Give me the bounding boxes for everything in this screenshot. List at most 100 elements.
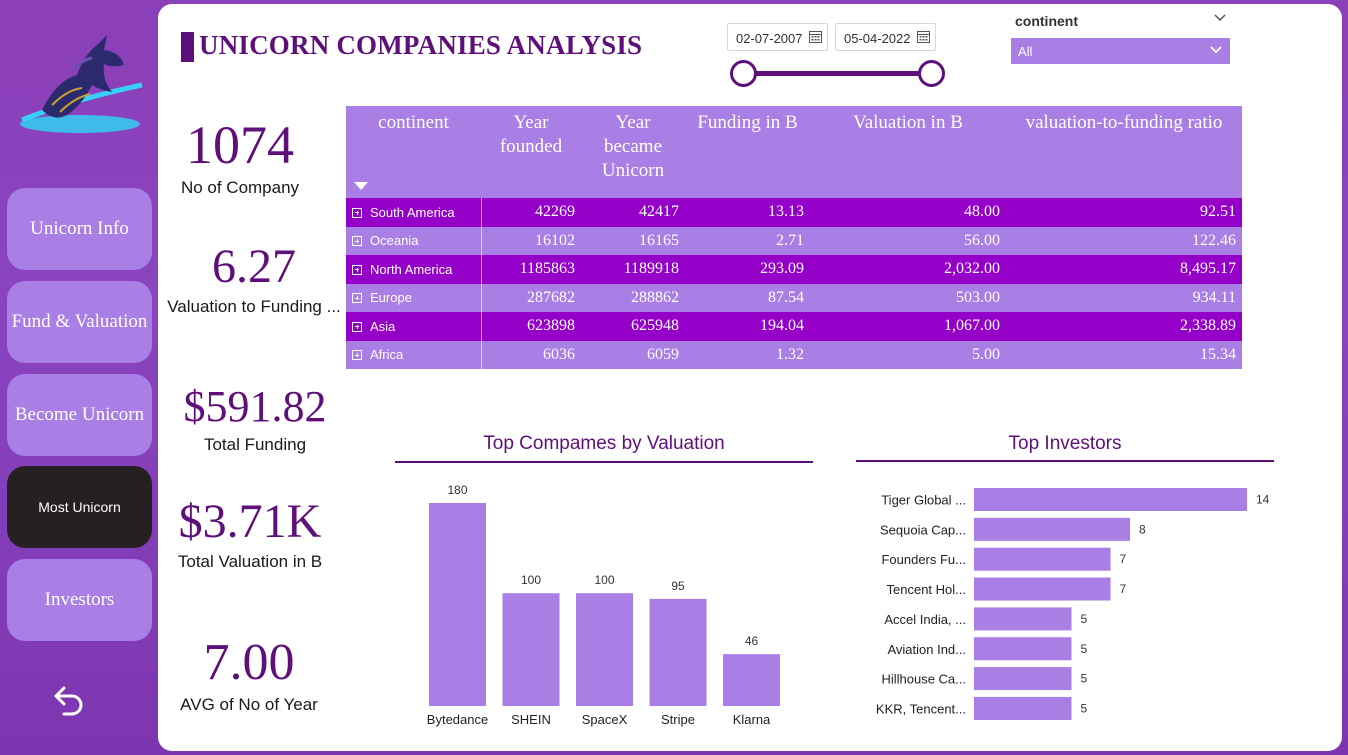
- investors-bar-chart: Tiger Global ... 14 Sequoia Cap... 8 Founder…: [876, 488, 1270, 720]
- expand-icon[interactable]: [352, 293, 362, 304]
- x-tick-label: SHEIN: [511, 712, 551, 727]
- x-tick-label: Klarna: [733, 712, 771, 727]
- column-header-continent[interactable]: continent: [346, 106, 481, 198]
- column-header-ratio[interactable]: valuation-to-funding ratio: [1006, 106, 1242, 198]
- nav-fund-valuation-button[interactable]: Fund & Valuation: [7, 281, 152, 363]
- kpi-value: $591.82: [183, 382, 327, 431]
- kpi-label: AVG of No of Year: [180, 695, 318, 714]
- bar-klarna[interactable]: [723, 654, 780, 706]
- x-tick-label: SpaceX: [582, 712, 628, 727]
- kpi-value: $3.71K: [178, 495, 322, 548]
- bar-stripe[interactable]: [649, 598, 707, 706]
- table-cell-continent[interactable]: Europe: [346, 283, 482, 312]
- bar-bytedance[interactable]: [429, 503, 486, 706]
- table-cell-continent[interactable]: Africa: [346, 340, 482, 369]
- y-tick-label: Aviation Ind...: [887, 642, 966, 657]
- investors-chart-title-rule: [856, 460, 1274, 462]
- nav-investors-button[interactable]: Investors: [7, 559, 152, 641]
- table-row: South America 42269 42417 13.13 48.00 92…: [346, 198, 1242, 227]
- table-row: Europe 287682 288862 87.54 503.00 934.11: [346, 283, 1242, 312]
- bar-data-label: 46: [745, 634, 759, 648]
- valuation-bar-chart: 180 Bytedance 100 SHEIN 100 SpaceX 95 Stripe 46 K…: [427, 483, 780, 727]
- bar-data-label: 100: [594, 573, 614, 587]
- date-slider-end-handle[interactable]: [918, 60, 945, 87]
- table-cell: 625948: [581, 312, 685, 341]
- expand-icon[interactable]: [352, 321, 362, 332]
- bar-data-label: 7: [1120, 582, 1127, 596]
- table-cell: 288862: [581, 283, 685, 312]
- table-cell-continent[interactable]: Asia: [346, 312, 482, 341]
- y-tick-label: KKR, Tencent...: [876, 701, 966, 716]
- page-title: UNICORN COMPANIES ANALYSIS: [199, 30, 643, 60]
- table-cell: 1189918: [581, 255, 685, 284]
- bar-data-label: 100: [521, 573, 541, 587]
- x-tick-label: Stripe: [661, 712, 695, 727]
- end-date-input[interactable]: 05-04-2022: [835, 23, 936, 51]
- table-cell: 48.00: [810, 198, 1006, 227]
- table-cell: 122.46: [1006, 226, 1242, 255]
- start-date-value: 02-07-2007: [736, 31, 803, 46]
- table-cell: 623898: [481, 312, 581, 341]
- table-cell: 15.34: [1006, 340, 1242, 369]
- column-header-year-became-unicorn[interactable]: Year became Unicorn: [581, 106, 685, 198]
- chevron-down-icon[interactable]: [1213, 13, 1227, 23]
- sidebar: Unicorn Info Fund & Valuation Become Uni…: [0, 0, 158, 755]
- nav-most-unicorn-button[interactable]: Most Unicorn: [7, 466, 152, 548]
- y-tick-label: Hillhouse Ca...: [881, 672, 966, 687]
- table-cell: 13.13: [685, 198, 810, 227]
- investor-bar[interactable]: [974, 696, 1072, 720]
- kpi-label: Valuation to Funding ...: [167, 297, 341, 316]
- bar-data-label: 5: [1081, 701, 1088, 715]
- back-arrow-icon[interactable]: [50, 684, 86, 720]
- expand-icon[interactable]: [352, 207, 362, 218]
- expand-icon[interactable]: [352, 264, 362, 275]
- date-slider-start-handle[interactable]: [730, 60, 757, 87]
- investor-bar[interactable]: [974, 577, 1111, 601]
- title-accent-bar: [181, 32, 194, 62]
- kpi-valuation-to-funding: 6.27 Valuation to Funding ...: [162, 243, 346, 317]
- table-cell-continent[interactable]: Oceania: [346, 226, 482, 255]
- investor-bar[interactable]: [974, 607, 1072, 631]
- column-header-year-founded[interactable]: Year founded: [481, 106, 581, 198]
- investors-chart-title: Top Investors: [1008, 433, 1122, 454]
- investor-bar[interactable]: [974, 547, 1111, 571]
- column-header-valuation[interactable]: Valuation in B: [810, 106, 1006, 198]
- investor-bar[interactable]: [974, 488, 1247, 511]
- investor-bar[interactable]: [974, 517, 1130, 541]
- valuation-chart-title-rule: [395, 461, 813, 463]
- investor-bar[interactable]: [974, 667, 1072, 691]
- date-range-slider[interactable]: [744, 71, 932, 76]
- kpi-label: No of Company: [180, 178, 300, 197]
- table-cell: 8,495.17: [1006, 255, 1242, 284]
- table-cell: 194.04: [685, 312, 810, 341]
- table-cell: 6059: [581, 340, 685, 369]
- table-cell: 5.00: [810, 340, 1006, 369]
- y-tick-label: Tencent Hol...: [887, 582, 967, 597]
- table-cell-continent[interactable]: South America: [346, 198, 482, 227]
- table-cell: 1185863: [481, 255, 581, 284]
- table-cell: 42417: [581, 198, 685, 227]
- expand-icon[interactable]: [352, 350, 362, 361]
- continent-filter-select[interactable]: All: [1011, 38, 1230, 64]
- start-date-input[interactable]: 02-07-2007: [727, 23, 828, 51]
- column-header-funding[interactable]: Funding in B: [685, 106, 810, 198]
- nav-become-unicorn-button[interactable]: Become Unicorn: [7, 374, 152, 456]
- table-cell: 2.71: [685, 226, 810, 255]
- nav-unicorn-info-button[interactable]: Unicorn Info: [7, 188, 152, 270]
- continent-filter-value: All: [1018, 44, 1033, 59]
- table-cell: 2,338.89: [1006, 312, 1242, 341]
- y-tick-label: Founders Fu...: [881, 552, 966, 567]
- investor-bar[interactable]: [974, 637, 1072, 661]
- chevron-down-icon: [1210, 46, 1222, 54]
- expand-icon[interactable]: [352, 236, 362, 247]
- bar-shein[interactable]: [502, 593, 560, 706]
- kpi-label: Total Valuation in B: [177, 552, 323, 571]
- table-cell: 2,032.00: [810, 255, 1006, 284]
- kpi-value: 7.00: [203, 634, 295, 691]
- y-tick-label: Accel India, ...: [884, 612, 966, 627]
- table-cell: 6036: [481, 340, 581, 369]
- sort-descending-icon[interactable]: [354, 182, 368, 190]
- bar-data-label: 5: [1081, 612, 1088, 626]
- table-cell-continent[interactable]: North America: [346, 255, 482, 284]
- bar-spacex[interactable]: [576, 593, 633, 706]
